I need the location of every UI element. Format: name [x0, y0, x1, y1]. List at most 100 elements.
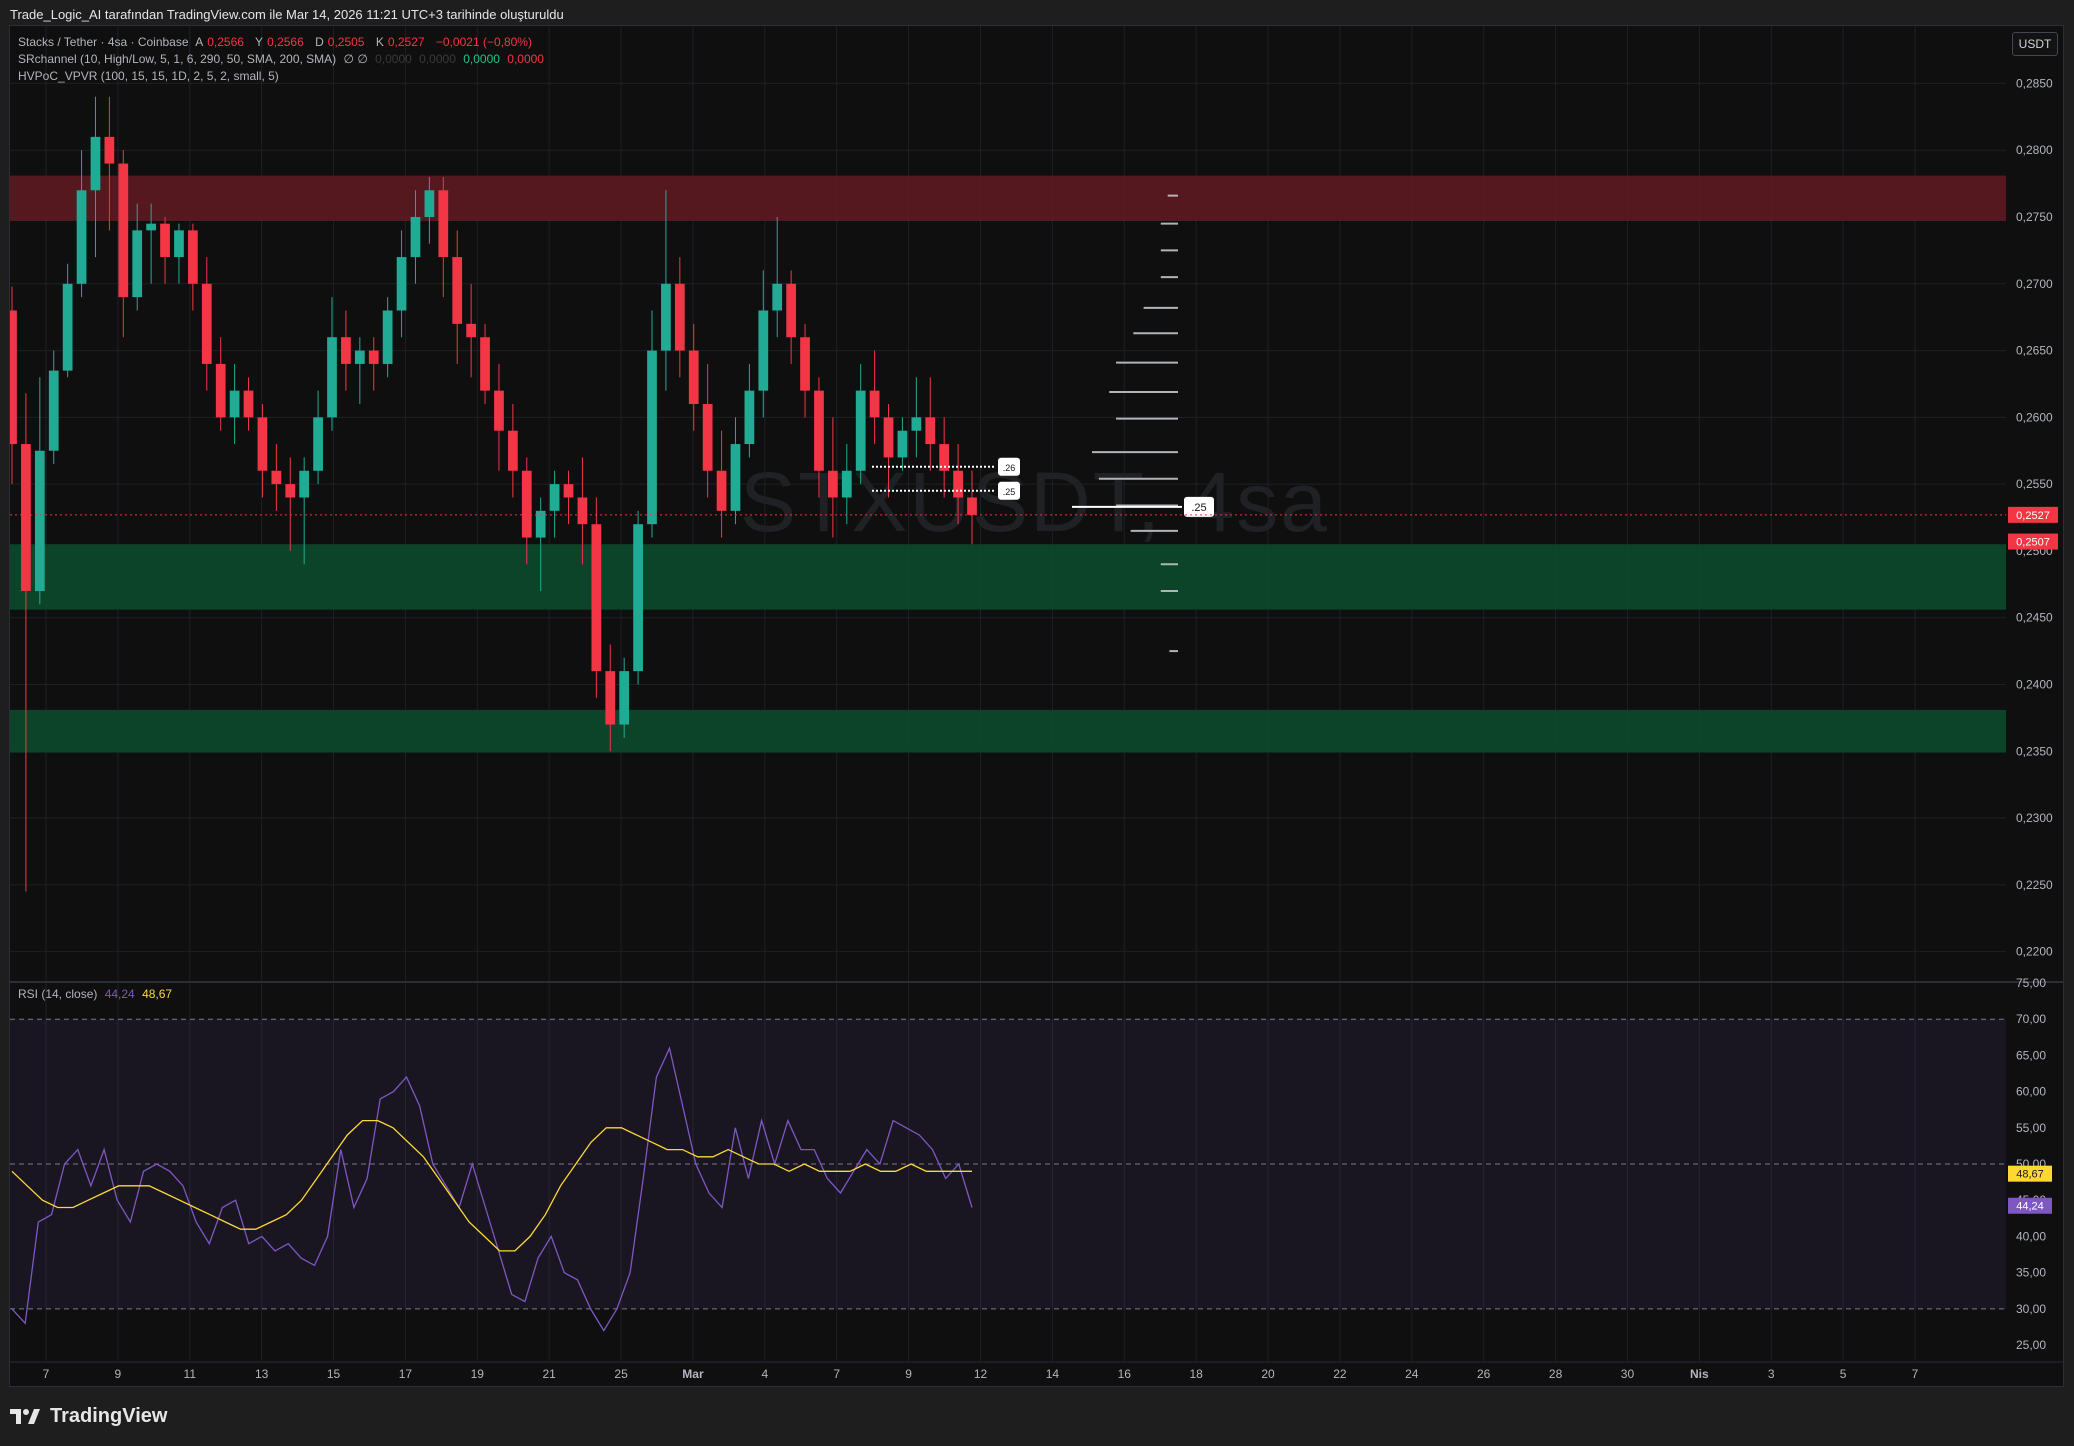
candle-body: [160, 223, 170, 258]
candle-body: [772, 283, 783, 311]
time-tick-label: 28: [1549, 1367, 1563, 1381]
high-label: Y: [255, 35, 264, 49]
time-tick-label: 25: [614, 1367, 628, 1381]
price-tick-label: 0,2750: [2016, 210, 2053, 224]
time-tick-label: 20: [1261, 1367, 1275, 1381]
candle-body: [591, 524, 602, 672]
srchannel-value-4: 0,0000: [507, 52, 544, 66]
rsi-tick-label: 35,00: [2016, 1266, 2046, 1280]
rsi-ma-value: 48,67: [142, 987, 173, 1001]
candle-body: [146, 223, 156, 231]
chart-canvas[interactable]: 0,2850 0,2800 0,2750 0,2700 0,2650 0,2600 0,25…: [10, 26, 2063, 1386]
time-tick-label: 7: [1912, 1367, 1919, 1381]
price-tick-label: 0,2350: [2016, 744, 2053, 758]
price-tick-label: 0,2850: [2016, 76, 2053, 90]
time-tick-label: 26: [1477, 1367, 1491, 1381]
candle-body: [869, 390, 880, 418]
candle-body: [605, 671, 616, 725]
candle-body: [647, 350, 657, 525]
candle-body: [271, 470, 282, 485]
candle-body: [104, 136, 115, 164]
symbol-name[interactable]: Stacks / Tether · 4sa · Coinbase: [18, 35, 189, 49]
last-price-tag-text: 0,2527: [2016, 510, 2050, 522]
candle-body: [549, 484, 560, 511]
rsi-tick-label: 55,00: [2016, 1121, 2046, 1135]
time-tick-label: 14: [1046, 1367, 1060, 1381]
low-value: 0,2505: [327, 35, 365, 49]
resistance-zone: [10, 175, 2006, 222]
level-tag-label: .26: [1003, 463, 1016, 473]
close-value: 0,2527: [387, 35, 425, 49]
time-tick-label: 24: [1405, 1367, 1419, 1381]
time-tick-label: 15: [327, 1367, 341, 1381]
candle-body: [215, 363, 226, 418]
currency-unit-button[interactable]: USDT: [2012, 32, 2058, 56]
time-tick-label: Mar: [682, 1367, 704, 1381]
support-price-tag-text: 0,2507: [2016, 537, 2050, 549]
time-tick-label: 13: [255, 1367, 269, 1381]
rsi-value: 44,24: [104, 987, 135, 1001]
rsi-tick-label: 60,00: [2016, 1085, 2046, 1099]
candle-body: [118, 163, 129, 298]
candle-body: [702, 403, 713, 471]
candle-body: [480, 337, 490, 391]
close-label: K: [375, 35, 384, 49]
time-tick-label: 17: [399, 1367, 413, 1381]
change-value: −0,0021 (−0,80%): [435, 35, 532, 49]
rsi-tick-label: 65,00: [2016, 1048, 2046, 1062]
srchannel-name[interactable]: SRchannel (10, High/Low, 5, 1, 6, 290, 5…: [18, 52, 336, 66]
support-zone: [10, 544, 2006, 610]
time-tick-label: 7: [43, 1367, 50, 1381]
time-tick-label: 12: [974, 1367, 988, 1381]
high-value: 0,2566: [267, 35, 304, 49]
candle-body: [188, 230, 198, 284]
candle-body: [368, 350, 379, 364]
srchannel-symbols: ∅ ∅: [343, 52, 368, 66]
time-tick-label: 9: [905, 1367, 912, 1381]
time-tick-label: 3: [1768, 1367, 1775, 1381]
candle-body: [21, 444, 31, 591]
time-tick-label: 22: [1333, 1367, 1347, 1381]
candle-body: [619, 671, 630, 725]
candle-body: [285, 484, 296, 498]
candle-body: [828, 470, 838, 498]
candle-body: [521, 470, 532, 538]
candle-body: [452, 257, 463, 324]
tradingview-brand[interactable]: TradingView: [10, 1398, 167, 1434]
candle-body: [841, 470, 852, 498]
rsi-name[interactable]: RSI (14, close): [18, 987, 97, 1001]
candle-body: [299, 470, 310, 498]
srchannel-value-1: 0,0000: [375, 52, 412, 66]
hvpoc-name[interactable]: HVPoC_VPVR (100, 15, 15, 1D, 2, 5, 2, sm…: [18, 69, 279, 83]
open-value: 0,2566: [207, 35, 244, 49]
candle-body: [341, 337, 351, 364]
candle-body: [674, 283, 685, 351]
candle-body: [967, 497, 977, 515]
candle-body: [10, 310, 17, 445]
time-tick-label: 7: [833, 1367, 840, 1381]
srchannel-value-3: 0,0000: [463, 52, 500, 66]
open-label: A: [195, 35, 204, 49]
time-tick-label: Nis: [1690, 1367, 1709, 1381]
rsi-tick-label: 75,00: [2016, 976, 2046, 990]
rsi-tick-label: 40,00: [2016, 1229, 2046, 1243]
rsi-tick-label: 30,00: [2016, 1302, 2046, 1316]
candle-body: [883, 417, 894, 458]
candle-body: [466, 323, 476, 338]
candle-body: [953, 470, 963, 498]
chart-container[interactable]: STXUSDT, 4sa 0,2850 0,2800 0,2750 0,2700 0,2…: [9, 25, 2064, 1387]
candle-body: [201, 283, 212, 364]
candle-body: [174, 230, 184, 258]
rsi-tick-label: 70,00: [2016, 1012, 2046, 1026]
candle-body: [132, 230, 143, 298]
candle-body: [577, 497, 588, 525]
candle-body: [661, 283, 671, 351]
candle-body: [257, 417, 268, 471]
candle-body: [410, 217, 421, 258]
candle-body: [716, 470, 727, 511]
price-tick-label: 0,2650: [2016, 344, 2053, 358]
candle-body: [508, 430, 518, 471]
candle-body: [48, 370, 59, 451]
candle-body: [786, 283, 796, 338]
candle-body: [424, 190, 435, 217]
